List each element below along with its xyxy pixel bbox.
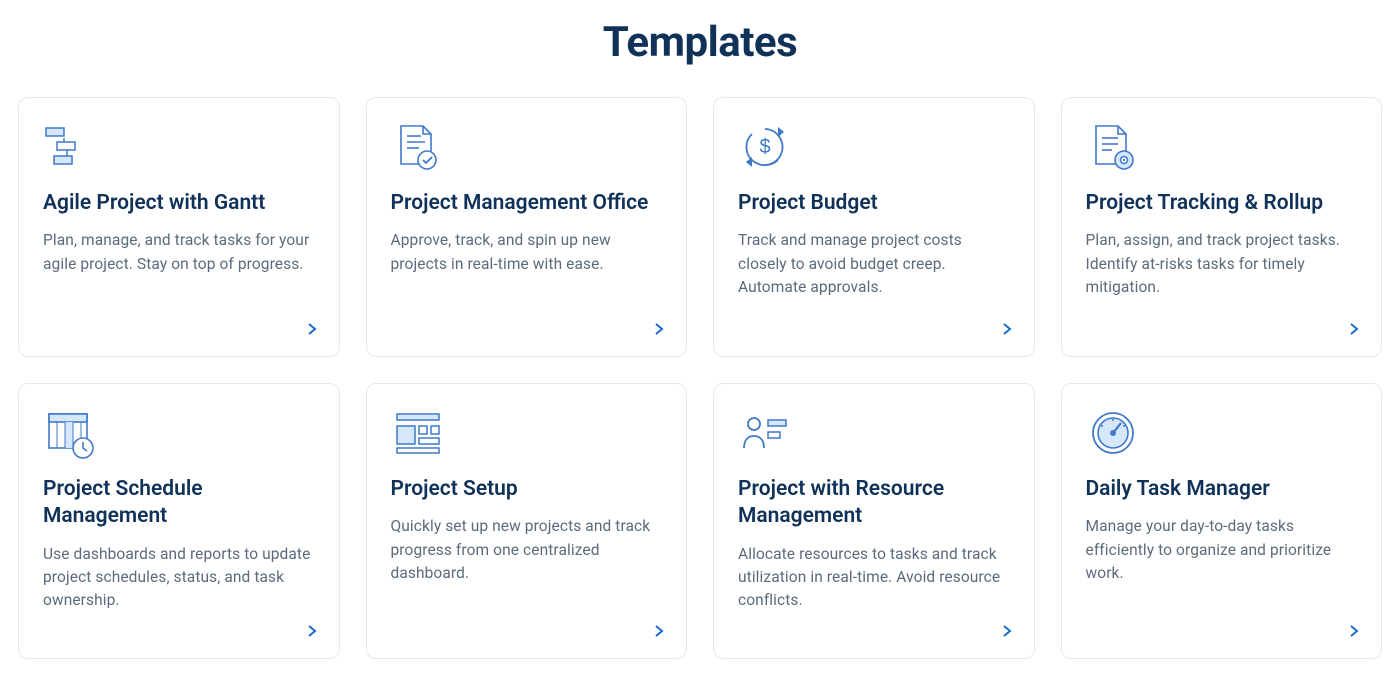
- chevron-right-icon: [1000, 322, 1014, 336]
- template-desc: Manage your day-to-day tasks efficiently…: [1086, 515, 1358, 585]
- schedule-icon: [43, 406, 97, 460]
- template-card-tracking[interactable]: Project Tracking & Rollup Plan, assign, …: [1061, 97, 1383, 357]
- template-title: Daily Task Manager: [1086, 476, 1358, 503]
- chevron-right-icon: [305, 624, 319, 638]
- approval-icon: [391, 120, 445, 174]
- template-title: Project Setup: [391, 476, 663, 503]
- template-desc: Plan, manage, and track tasks for your a…: [43, 229, 315, 276]
- gantt-icon: [43, 120, 97, 174]
- template-title: Project with Resource Management: [738, 476, 1010, 531]
- template-card-budget[interactable]: $ Project Budget Track and manage projec…: [713, 97, 1035, 357]
- template-desc: Quickly set up new projects and track pr…: [391, 515, 663, 585]
- tracking-icon: [1086, 120, 1140, 174]
- template-desc: Plan, assign, and track project tasks. I…: [1086, 229, 1358, 299]
- template-card-pmo[interactable]: Project Management Office Approve, track…: [366, 97, 688, 357]
- chevron-right-icon: [652, 322, 666, 336]
- template-card-resource[interactable]: Project with Resource Management Allocat…: [713, 383, 1035, 659]
- chevron-right-icon: [652, 624, 666, 638]
- template-card-agile-gantt[interactable]: Agile Project with Gantt Plan, manage, a…: [18, 97, 340, 357]
- template-grid: Agile Project with Gantt Plan, manage, a…: [0, 97, 1400, 677]
- template-title: Agile Project with Gantt: [43, 190, 315, 217]
- chevron-right-icon: [305, 322, 319, 336]
- resource-icon: [738, 406, 792, 460]
- template-title: Project Tracking & Rollup: [1086, 190, 1358, 217]
- template-desc: Use dashboards and reports to update pro…: [43, 543, 315, 613]
- template-title: Project Schedule Management: [43, 476, 315, 531]
- page-title: Templates: [0, 0, 1400, 97]
- chevron-right-icon: [1347, 322, 1361, 336]
- template-card-schedule[interactable]: Project Schedule Management Use dashboar…: [18, 383, 340, 659]
- budget-icon: $: [738, 120, 792, 174]
- template-card-daily-task[interactable]: Daily Task Manager Manage your day-to-da…: [1061, 383, 1383, 659]
- template-desc: Track and manage project costs closely t…: [738, 229, 1010, 299]
- template-card-setup[interactable]: Project Setup Quickly set up new project…: [366, 383, 688, 659]
- svg-text:$: $: [759, 136, 770, 158]
- template-title: Project Budget: [738, 190, 1010, 217]
- template-desc: Approve, track, and spin up new projects…: [391, 229, 663, 276]
- template-desc: Allocate resources to tasks and track ut…: [738, 543, 1010, 613]
- template-title: Project Management Office: [391, 190, 663, 217]
- chevron-right-icon: [1347, 624, 1361, 638]
- gauge-icon: [1086, 406, 1140, 460]
- setup-icon: [391, 406, 445, 460]
- chevron-right-icon: [1000, 624, 1014, 638]
